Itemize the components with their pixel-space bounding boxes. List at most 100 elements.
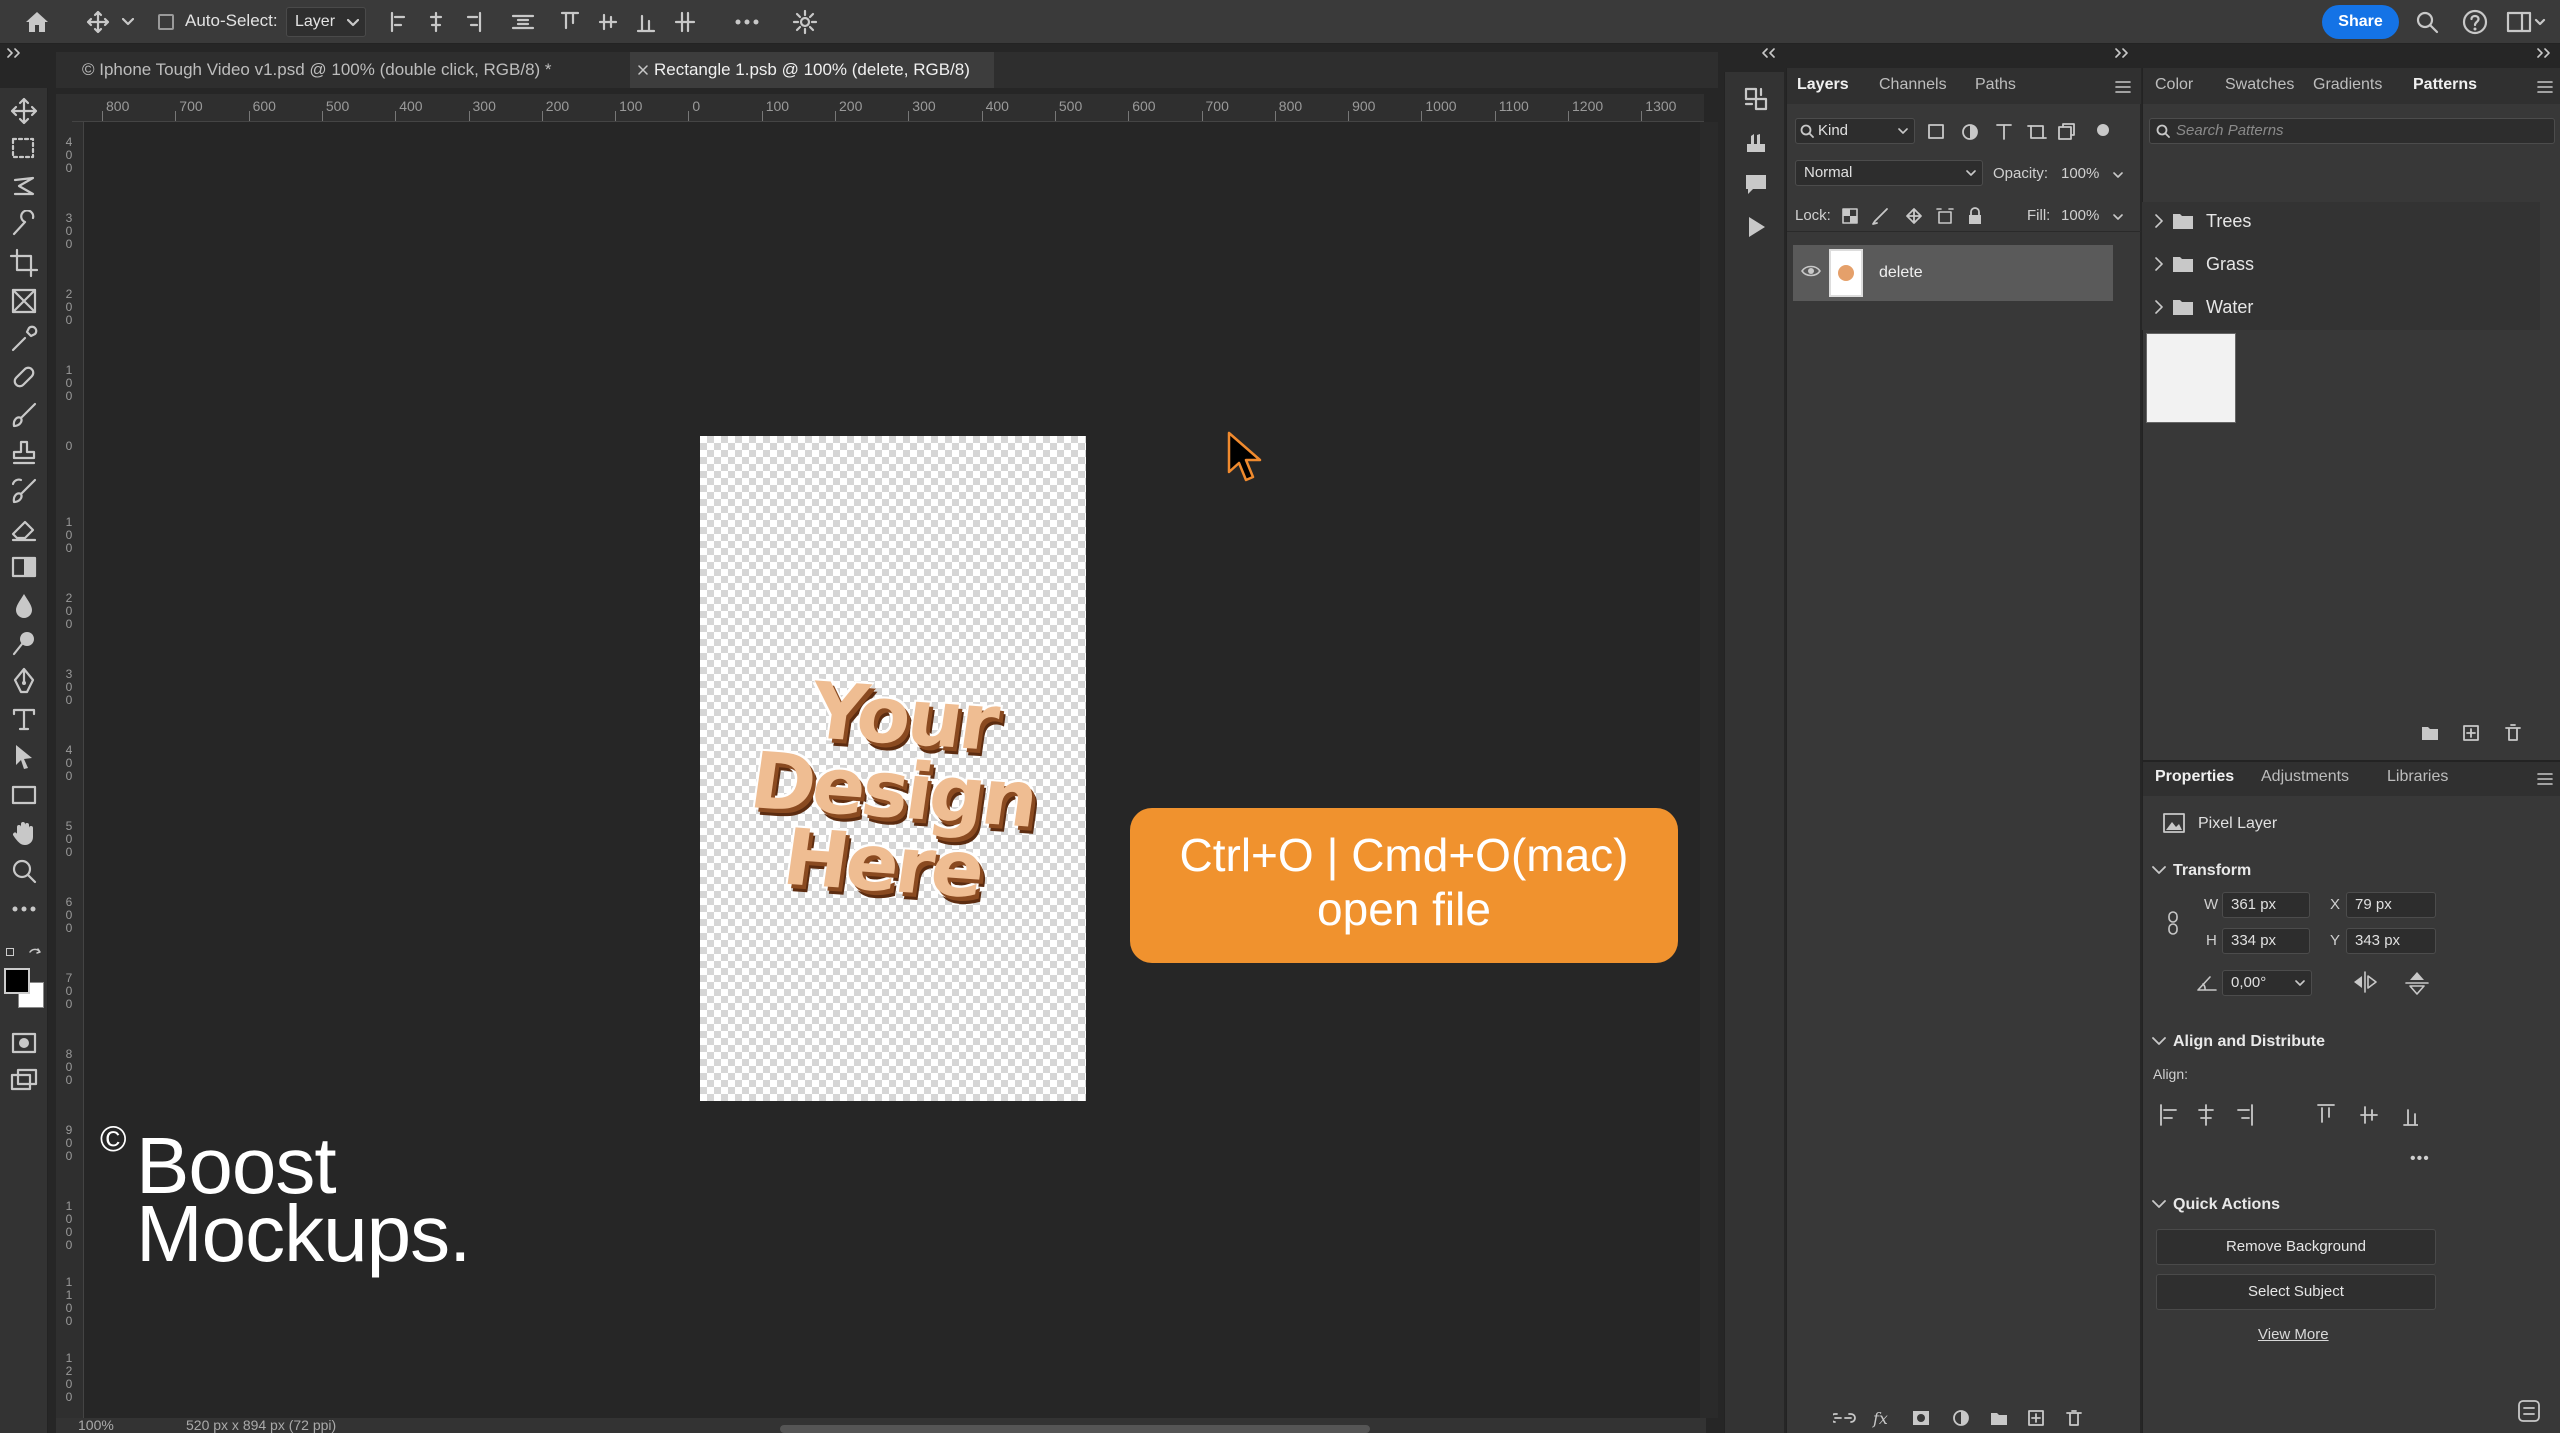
default-colors-icon[interactable] [6,948,14,956]
transform-title[interactable]: Transform [2173,862,2251,880]
quick-selection-icon[interactable] [9,210,39,240]
tab-libraries[interactable]: Libraries [2387,768,2448,786]
remove-background-button[interactable]: Remove Background [2156,1229,2436,1265]
close-icon[interactable] [638,65,648,75]
align-icons[interactable] [388,10,548,34]
settings-icon[interactable] [792,9,818,35]
pen-tool-icon[interactable] [9,666,39,696]
history-icon[interactable] [1743,86,1769,112]
more-tools-icon[interactable] [9,894,39,924]
distribute-icons[interactable] [560,10,710,34]
angle-field[interactable]: 0,00° [2222,970,2312,996]
search-patterns-input[interactable]: Search Patterns [2149,118,2555,144]
rectangle-tool-icon[interactable] [9,780,39,810]
brush-presets-icon[interactable] [1743,130,1769,156]
y-field[interactable]: 343 px [2346,928,2436,954]
chevron-down-icon[interactable] [2152,866,2166,876]
auto-select-checkbox[interactable] [158,14,174,30]
height-field[interactable]: 334 px [2222,928,2310,954]
select-subject-button[interactable]: Select Subject [2156,1274,2436,1310]
more-options-button[interactable]: ••• [2410,1150,2430,1168]
chevron-down-icon[interactable] [2152,1200,2166,1210]
view-more-link[interactable]: View More [2258,1326,2329,1343]
chevron-down-icon[interactable] [2113,214,2123,221]
tab-iphone-tough-video[interactable]: © Iphone Tough Video v1.psd @ 100% (doub… [70,52,564,88]
auto-select-dropdown[interactable]: Layer [286,7,366,37]
horizontal-scrollbar[interactable] [780,1425,1370,1433]
eye-visibility-icon[interactable] [1801,264,1821,278]
tab-rectangle-1[interactable]: Rectangle 1.psb @ 100% (delete, RGB/8) [630,52,994,88]
flip-vertical-icon[interactable] [2404,970,2430,996]
layer-name[interactable]: delete [1879,264,1923,282]
expand-toolbar-icon[interactable] [6,48,22,58]
panel-menu-icon[interactable] [2537,772,2553,786]
layers-footer-icons[interactable]: fx [1833,1408,2103,1428]
frame-tool-icon[interactable] [9,286,39,316]
more-icon[interactable] [734,18,760,26]
blur-tool-icon[interactable] [9,590,39,620]
align-distribute-title[interactable]: Align and Distribute [2173,1033,2325,1051]
x-field[interactable]: 79 px [2346,892,2436,918]
brush-tool-icon[interactable] [9,400,39,430]
expand-panels-icon[interactable] [2536,48,2552,58]
link-chain-icon[interactable] [2166,910,2180,936]
swap-colors-icon[interactable] [28,946,42,960]
lasso-tool-icon[interactable] [9,172,39,202]
layer-filter-icons[interactable] [1927,122,2117,142]
help-icon[interactable] [2462,9,2488,35]
lock-icons[interactable] [1841,206,1991,226]
gradient-tool-icon[interactable] [9,552,39,582]
tab-adjustments[interactable]: Adjustments [2261,768,2349,786]
healing-brush-icon[interactable] [9,362,39,392]
kind-filter-dropdown[interactable]: Kind [1795,118,1915,144]
pattern-group-trees[interactable]: Trees [2206,211,2251,232]
history-brush-icon[interactable] [9,476,39,506]
layer-thumbnail[interactable] [1829,249,1863,297]
width-field[interactable]: 361 px [2222,892,2310,918]
foreground-color-swatch[interactable] [4,968,30,994]
marquee-tool-icon[interactable] [9,134,39,164]
stamp-tool-icon[interactable] [9,438,39,468]
quick-actions-title[interactable]: Quick Actions [2173,1196,2280,1214]
pattern-thumbnail[interactable] [2146,333,2236,423]
discover-icon[interactable] [2516,1398,2542,1424]
chevron-right-icon[interactable] [2154,214,2164,228]
comments-icon[interactable] [1743,172,1769,198]
pattern-group-grass[interactable]: Grass [2206,254,2254,275]
align-buttons-icons[interactable] [2158,1102,2418,1128]
tab-gradients[interactable]: Gradients [2313,76,2382,94]
move-tool-icon[interactable] [9,96,39,126]
search-icon[interactable] [2415,10,2439,34]
crop-tool-icon[interactable] [9,248,39,278]
hand-tool-icon[interactable] [9,818,39,848]
move-tool-icon[interactable] [86,10,110,34]
pattern-group-water[interactable]: Water [2206,297,2253,318]
eraser-tool-icon[interactable] [9,514,39,544]
chevron-right-icon[interactable] [2154,257,2164,271]
patterns-footer-icons[interactable] [2418,722,2538,744]
home-icon[interactable] [24,9,50,35]
flip-horizontal-icon[interactable] [2350,970,2380,994]
chevron-right-icon[interactable] [2154,300,2164,314]
chevron-down-icon[interactable] [2113,172,2123,179]
tab-paths[interactable]: Paths [1975,76,2016,94]
zoom-tool-icon[interactable] [9,856,39,886]
workspace-icon[interactable] [2506,10,2546,34]
screen-mode-icon[interactable] [9,1066,39,1096]
chevron-down-icon[interactable] [122,18,134,26]
chevron-down-icon[interactable] [2152,1037,2166,1047]
tab-channels[interactable]: Channels [1879,76,1947,94]
type-tool-icon[interactable] [9,704,39,734]
share-button[interactable]: Share [2322,5,2399,39]
tab-properties[interactable]: Properties [2155,768,2234,786]
zoom-level[interactable]: 100% [78,1417,114,1433]
document-info[interactable]: 520 px x 894 px (72 ppi) [186,1417,336,1433]
panel-menu-icon[interactable] [2537,80,2553,94]
tab-swatches[interactable]: Swatches [2225,76,2294,94]
eyedropper-icon[interactable] [9,324,39,354]
collapse-panels-icon[interactable] [1760,48,1776,58]
path-selection-icon[interactable] [9,742,39,772]
actions-play-icon[interactable] [1743,214,1769,240]
blend-mode-dropdown[interactable]: Normal [1795,160,1983,186]
quick-mask-icon[interactable] [9,1028,39,1058]
